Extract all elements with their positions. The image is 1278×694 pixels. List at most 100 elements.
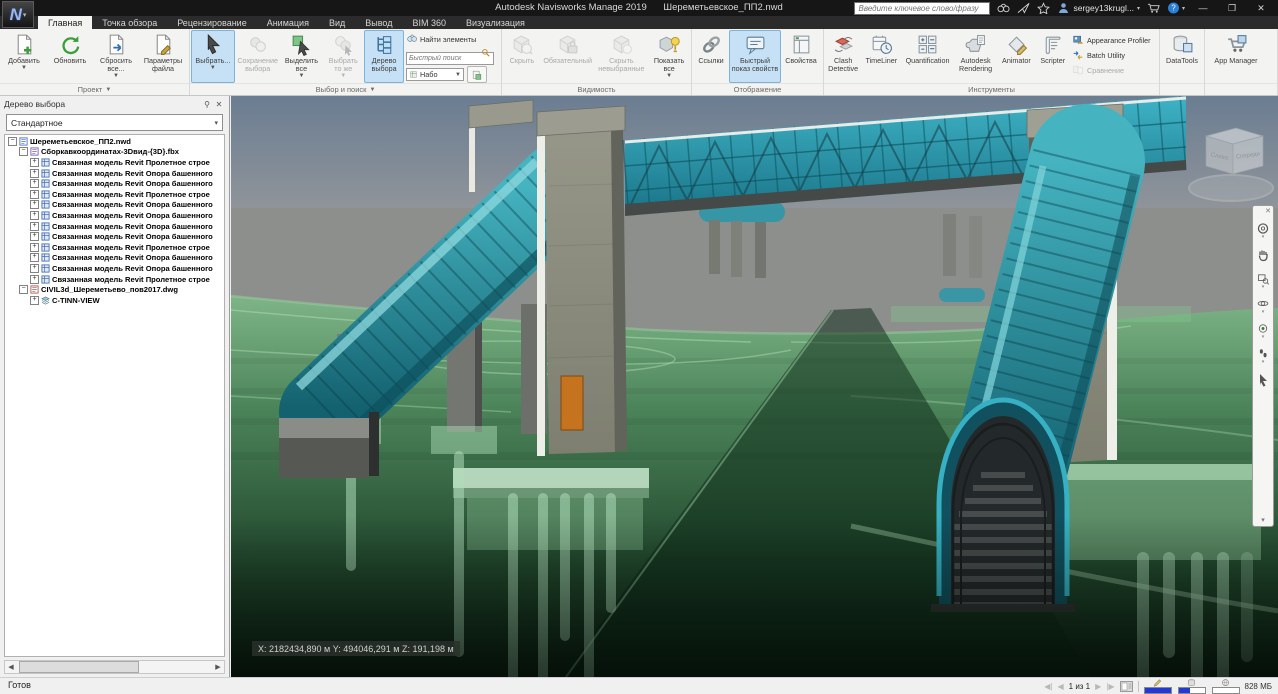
project-button-2[interactable]: Сбросить все...▼	[93, 30, 139, 83]
ribbon-tab-5[interactable]: Вид	[319, 16, 355, 29]
nav-select-button[interactable]	[1254, 372, 1272, 390]
app-store-cart-icon[interactable]	[1147, 2, 1160, 14]
expand-icon[interactable]: +	[30, 169, 39, 178]
ribbon-tab-2[interactable]: Точка обзора	[92, 16, 167, 29]
tree-item[interactable]: +Связанная модель Revit Опора башенного	[5, 253, 224, 264]
project-button-0[interactable]: Добавить▼	[1, 30, 47, 83]
favorites-star-icon[interactable]	[1037, 2, 1050, 14]
tools-button-0[interactable]: Clash Detective	[825, 30, 861, 83]
ribbon-tab-1[interactable]: Главная	[38, 16, 92, 29]
search-binoculars-icon[interactable]	[997, 2, 1010, 14]
share-icon[interactable]	[1017, 2, 1030, 14]
ribbon-tab-7[interactable]: BIM 360	[402, 16, 456, 29]
expand-icon[interactable]: +	[30, 158, 39, 167]
datatools-button-0[interactable]: DataTools	[1161, 30, 1203, 83]
select-button-3[interactable]: Выбрать то же▼	[322, 30, 364, 83]
visibility-button-3[interactable]: Показать все▼	[648, 30, 690, 83]
expand-icon[interactable]: +	[30, 253, 39, 262]
signed-in-user[interactable]: sergey13krugl... ▾	[1057, 2, 1140, 14]
scroll-left-icon[interactable]: ◀	[5, 663, 17, 671]
close-navbar-icon[interactable]: ✕	[1265, 208, 1271, 215]
expand-icon[interactable]: +	[30, 275, 39, 284]
next-sheet-icon[interactable]: ▶	[1095, 682, 1101, 691]
tree-item[interactable]: +C-TINN-VIEW	[5, 295, 224, 306]
visibility-button-0[interactable]: Скрыть	[503, 30, 541, 83]
project-button-3[interactable]: Параметры файла	[139, 30, 187, 83]
ribbon-tab-8[interactable]: Визуализация	[456, 16, 535, 29]
nav-walk-button[interactable]: ▾	[1254, 347, 1272, 365]
nav-look-button[interactable]: ▾	[1254, 322, 1272, 340]
expand-icon[interactable]: +	[30, 296, 39, 305]
display-button-0[interactable]: Ссылки	[693, 30, 729, 83]
expand-icon[interactable]: +	[30, 211, 39, 220]
nav-steering-wheel-button[interactable]: ▾	[1254, 222, 1272, 240]
tree-item[interactable]: +Связанная модель Revit Опора башенного	[5, 221, 224, 232]
tree-item[interactable]: +Связанная модель Revit Опора башенного	[5, 200, 224, 211]
stack-button-0[interactable]: Appearance Profiler	[1072, 33, 1156, 47]
stack-button-1[interactable]: Batch Utility	[1072, 48, 1156, 62]
navbar-options-chevron-icon[interactable]: ▾	[1261, 516, 1265, 524]
tree-item[interactable]: +Связанная модель Revit Пролетное строе	[5, 274, 224, 285]
select-button-2[interactable]: Выделить все▼	[281, 30, 323, 83]
tree-item[interactable]: +Связанная модель Revit Опора башенного	[5, 210, 224, 221]
tools-button-2[interactable]: Quantification	[901, 30, 954, 83]
expand-icon[interactable]: +	[30, 190, 39, 199]
nav-zoom-button[interactable]: ▾	[1254, 272, 1272, 290]
ribbon-tab-3[interactable]: Рецензирование	[167, 16, 257, 29]
ribbon-tab-4[interactable]: Анимация	[257, 16, 319, 29]
scroll-right-icon[interactable]: ▶	[212, 663, 224, 671]
tree-mode-select[interactable]: Стандартное ▾	[6, 114, 223, 131]
expand-icon[interactable]: +	[30, 179, 39, 188]
expand-icon[interactable]: +	[30, 222, 39, 231]
tree-horizontal-scrollbar[interactable]: ◀ ▶	[4, 660, 225, 674]
project-button-1[interactable]: Обновить	[47, 30, 93, 83]
tree-item[interactable]: −CIVIL3d_Шереметьево_пов2017.dwg	[5, 284, 224, 295]
expand-icon[interactable]: +	[30, 264, 39, 273]
minimize-button[interactable]: —	[1192, 2, 1214, 15]
tree-item[interactable]: +Связанная модель Revit Опора башенного	[5, 231, 224, 242]
tree-item[interactable]: +Связанная модель Revit Опора башенного	[5, 168, 224, 179]
infocenter-search-input[interactable]	[854, 2, 990, 15]
pin-icon[interactable]: ⚲	[201, 98, 213, 110]
nav-pan-button[interactable]	[1254, 247, 1272, 265]
collapse-icon[interactable]: −	[19, 285, 28, 294]
restore-button[interactable]: ❐	[1221, 2, 1243, 15]
appmanager-button-0[interactable]: App Manager	[1206, 30, 1266, 83]
sheet-browser-icon[interactable]	[1120, 681, 1133, 692]
tools-button-5[interactable]: Scripter	[1036, 30, 1071, 83]
collapse-icon[interactable]: −	[19, 147, 28, 156]
tree-item[interactable]: +Связанная модель Revit Пролетное строе	[5, 157, 224, 168]
application-menu-button[interactable]: N ▾	[2, 1, 34, 28]
select-button-1[interactable]: Сохранение выбора	[235, 30, 281, 83]
last-sheet-icon[interactable]: |▶	[1106, 682, 1114, 691]
viewport-3d-canvas[interactable]: Слева Спереди X: 2182434,890 м Y: 494046…	[231, 96, 1278, 677]
expand-icon[interactable]: +	[30, 243, 39, 252]
display-button-1[interactable]: Быстрый показ свойств	[729, 30, 781, 83]
collapse-icon[interactable]: −	[8, 137, 17, 146]
tree-item[interactable]: −Сборкавкоординатах-3Dвид-{3D}.fbx	[5, 147, 224, 158]
scrollbar-thumb[interactable]	[19, 661, 139, 673]
find-items-button[interactable]: Найти элементы	[406, 32, 498, 46]
select-button-4[interactable]: Дерево выбора	[364, 30, 404, 83]
tree-item[interactable]: +Связанная модель Revit Пролетное строе	[5, 189, 224, 200]
display-button-2[interactable]: Свойства	[781, 30, 821, 83]
sets-select[interactable]: Набо▼	[406, 68, 464, 81]
tools-button-4[interactable]: Animator	[997, 30, 1035, 83]
help-menu[interactable]: ? ▾	[1167, 2, 1185, 14]
close-panel-icon[interactable]: ✕	[213, 98, 225, 110]
ribbon-tab-6[interactable]: Вывод	[355, 16, 402, 29]
visibility-button-1[interactable]: Обязательный	[541, 30, 595, 83]
tree-item[interactable]: −Шереметьевское_ПП2.nwd	[5, 136, 224, 147]
expand-icon[interactable]: +	[30, 200, 39, 209]
tree-item[interactable]: +Связанная модель Revit Пролетное строе	[5, 242, 224, 253]
previous-sheet-icon[interactable]: ◀	[1057, 682, 1063, 691]
stack-button-2[interactable]: Сравнение	[1072, 63, 1156, 77]
expand-icon[interactable]: +	[30, 232, 39, 241]
tools-button-3[interactable]: Autodesk Rendering	[954, 30, 998, 83]
close-button[interactable]: ✕	[1250, 2, 1272, 15]
manage-sets-button[interactable]	[467, 66, 487, 83]
first-sheet-icon[interactable]: ◀|	[1044, 682, 1052, 691]
select-button-0[interactable]: Выбрать...▼	[191, 30, 235, 83]
nav-orbit-button[interactable]: ▾	[1254, 297, 1272, 315]
visibility-button-2[interactable]: Скрыть невыбранные	[595, 30, 649, 83]
